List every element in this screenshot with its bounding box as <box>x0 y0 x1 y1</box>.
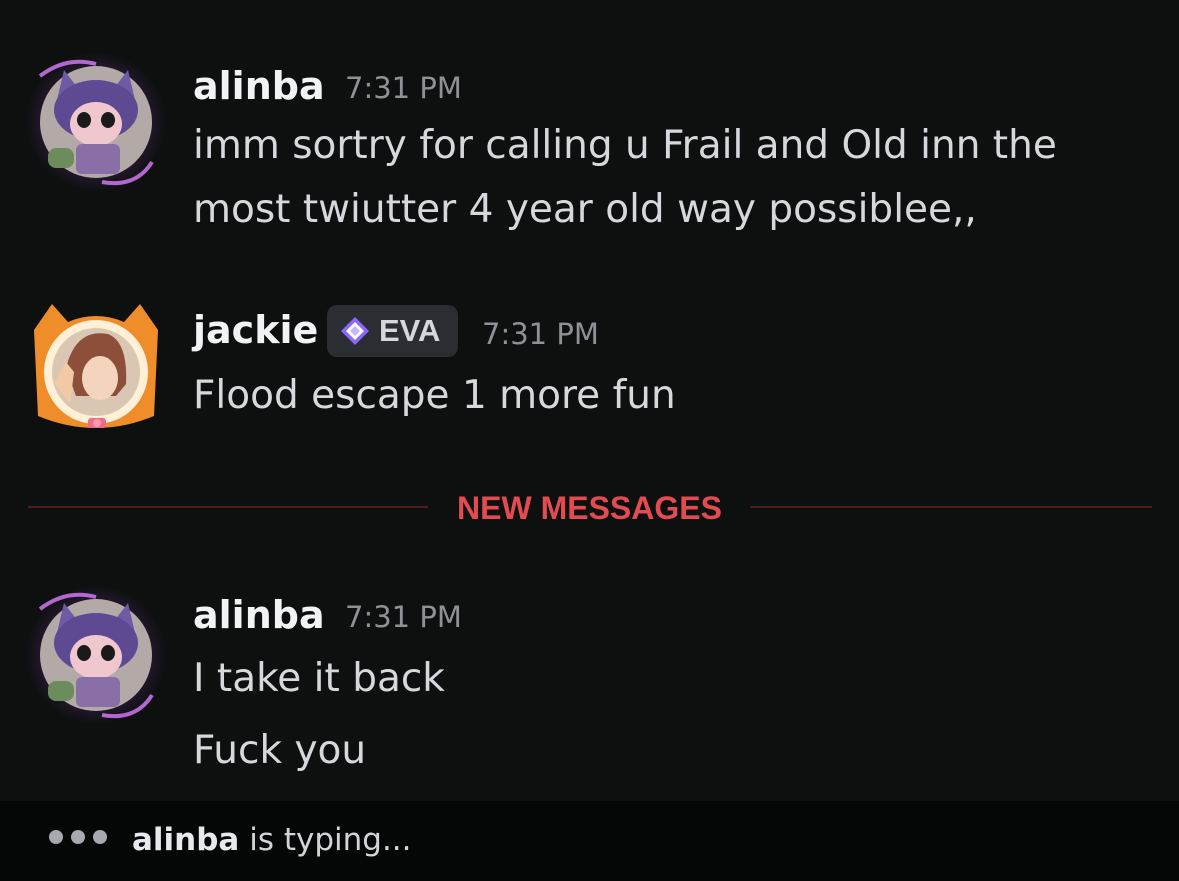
message-3[interactable]: alinba 7:31 PM I take it back Fuck you <box>0 585 1179 775</box>
typing-dot <box>93 830 107 844</box>
message-text-line: imm sortry for calling u Frail and Old i… <box>193 123 1057 168</box>
message-text-line: Flood escape 1 more fun <box>193 373 676 418</box>
message-1[interactable]: alinba 7:31 PM imm sortry for calling u … <box>0 52 1179 237</box>
message-text-line: I take it back <box>193 656 445 701</box>
user-tag-label: EVA <box>379 313 441 348</box>
jackie-avatar[interactable] <box>26 300 166 440</box>
three-dots-icon <box>49 830 107 844</box>
jackie-avatar-art <box>34 304 158 428</box>
new-messages-divider-right <box>750 506 1152 508</box>
message-timestamp: 7:31 PM <box>345 71 462 105</box>
message-username[interactable]: alinba <box>193 64 325 108</box>
user-tag[interactable]: EVA <box>327 305 458 357</box>
message-text-line: most twiutter 4 year old way possiblee,, <box>193 187 977 232</box>
message-timestamp: 7:31 PM <box>345 600 462 634</box>
message-username[interactable]: alinba <box>193 593 325 637</box>
message-username[interactable]: jackie <box>193 308 318 352</box>
alinba-avatar[interactable] <box>26 52 166 192</box>
alinba-avatar-art <box>26 52 166 192</box>
message-2[interactable]: jackie EVA 7:31 PM Flood escape 1 more f… <box>0 300 1179 440</box>
typing-dot <box>49 830 63 844</box>
message-text-line: Fuck you <box>193 728 367 773</box>
chat-view: alinba 7:31 PM imm sortry for calling u … <box>0 0 1179 881</box>
typing-suffix: is typing... <box>239 822 412 858</box>
new-messages-label: NEW MESSAGES <box>457 490 722 526</box>
message-timestamp: 7:31 PM <box>482 317 599 351</box>
typing-dot <box>71 830 85 844</box>
alinba-avatar[interactable] <box>26 585 166 725</box>
alinba-avatar-art <box>26 585 166 725</box>
purple-diamond-icon <box>341 317 369 345</box>
typing-indicator-bar: alinba is typing... <box>0 801 1179 881</box>
typing-user-name: alinba <box>132 822 240 858</box>
typing-indicator-text: alinba is typing... <box>132 819 412 861</box>
